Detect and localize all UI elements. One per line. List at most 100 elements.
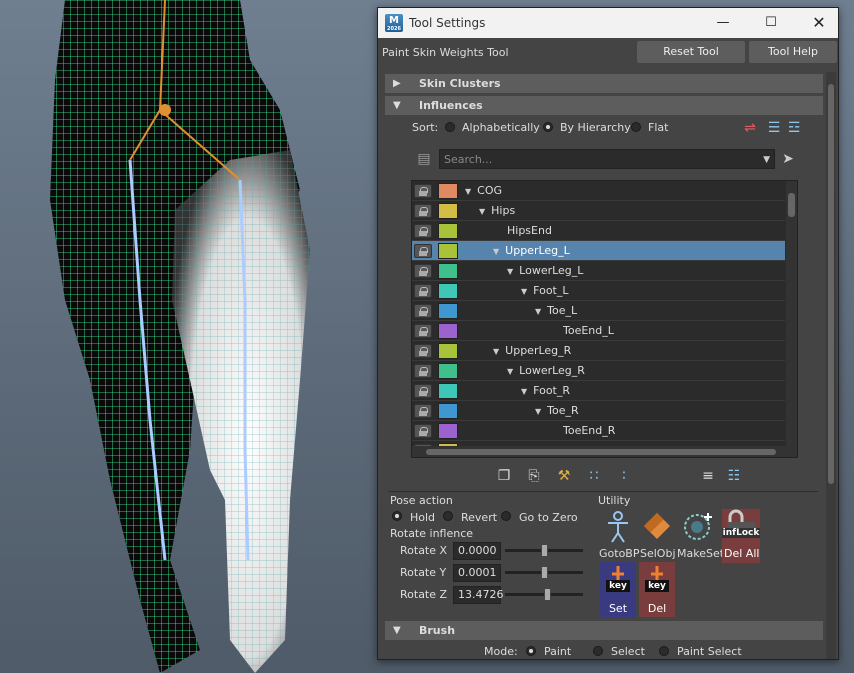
influence-row[interactable]: ▼ UpperLeg_L: [412, 241, 785, 261]
skin-clusters-section-header[interactable]: ▶ Skin Clusters: [385, 74, 823, 93]
influence-row[interactable]: HipsEnd: [412, 221, 785, 241]
chevron-down-icon[interactable]: ▼: [763, 150, 770, 170]
influence-options-icon[interactable]: ⇌: [740, 118, 760, 138]
lock-icon[interactable]: [414, 384, 432, 398]
pose-revert-radio[interactable]: [443, 511, 453, 521]
lock-icon[interactable]: [414, 304, 432, 318]
mode-paint-radio[interactable]: [526, 646, 536, 656]
slider-knob[interactable]: [541, 544, 548, 557]
minimize-icon[interactable]: —: [700, 8, 746, 38]
influence-row[interactable]: ▼ LowerLeg_R: [412, 361, 785, 381]
lock-icon[interactable]: [414, 244, 432, 258]
list-view-icon[interactable]: ☲: [784, 118, 804, 138]
rotate-y-field[interactable]: 0.0001: [453, 564, 501, 582]
expand-arrow-icon[interactable]: ▼: [493, 247, 499, 256]
mode-paint-select-radio[interactable]: [659, 646, 669, 656]
influence-row[interactable]: ▼ Foot_R: [412, 381, 785, 401]
lock-icon[interactable]: [414, 424, 432, 438]
lock-icon[interactable]: [414, 224, 432, 238]
influence-row[interactable]: ▼ LowerLeg_L: [412, 261, 785, 281]
influence-list-icon[interactable]: ☷: [724, 466, 744, 486]
diamond-icon[interactable]: [639, 509, 675, 545]
influence-row[interactable]: ▼ Toe_R: [412, 401, 785, 421]
tree-view-icon[interactable]: ☰: [764, 118, 784, 138]
influence-color-swatch[interactable]: [438, 343, 458, 359]
influence-color-swatch[interactable]: [438, 363, 458, 379]
key-set-button[interactable]: key Set: [600, 562, 636, 617]
mode-select-radio[interactable]: [593, 646, 603, 656]
sort-by-hierarchy-radio[interactable]: [543, 122, 553, 132]
prune-icon[interactable]: ≡: [698, 466, 718, 486]
pose-hold-radio[interactable]: [392, 511, 402, 521]
rotate-x-slider[interactable]: [505, 544, 583, 557]
pin-icon[interactable]: ➤: [778, 149, 798, 169]
maya-app-icon: M 2026: [385, 14, 403, 32]
influence-list[interactable]: ▼ COG ▼ Hips HipsEnd ▼ UpperLeg_L ▼ LowerLeg_L ▼ F…: [411, 180, 798, 458]
key-del-button[interactable]: key Del: [639, 562, 675, 617]
title-bar[interactable]: M 2026 Tool Settings — ☐ ✕: [378, 8, 838, 38]
lock-icon[interactable]: [414, 324, 432, 338]
expand-arrow-icon[interactable]: ▼: [493, 347, 499, 356]
slider-knob[interactable]: [541, 566, 548, 579]
rotate-z-field[interactable]: 13.4726: [453, 586, 504, 604]
influence-row[interactable]: ▼ Foot_L: [412, 281, 785, 301]
influence-color-swatch[interactable]: [438, 403, 458, 419]
brush-section-header[interactable]: ▼ Brush: [385, 621, 823, 640]
filter-icon[interactable]: ▤: [414, 149, 434, 169]
expand-arrow-icon[interactable]: ▼: [479, 207, 485, 216]
influence-color-swatch[interactable]: [438, 243, 458, 259]
close-icon[interactable]: ✕: [796, 8, 838, 38]
select-vertices-icon[interactable]: ∷: [584, 466, 604, 486]
main-scrollbar[interactable]: [826, 72, 836, 659]
expand-arrow-icon[interactable]: ▼: [535, 307, 541, 316]
influence-list-hscrollbar[interactable]: [412, 446, 797, 457]
expand-arrow-icon[interactable]: ▼: [507, 267, 513, 276]
influence-row[interactable]: ToeEnd_R: [412, 421, 785, 441]
weight-hammer-icon[interactable]: ⚒: [554, 466, 574, 486]
lock-icon[interactable]: [414, 204, 432, 218]
sort-alphabetically-radio[interactable]: [445, 122, 455, 132]
influence-color-swatch[interactable]: [438, 223, 458, 239]
influence-row[interactable]: ToeEnd_L: [412, 321, 785, 341]
expand-arrow-icon[interactable]: ▼: [535, 407, 541, 416]
expand-arrow-icon[interactable]: ▼: [465, 187, 471, 196]
expand-arrow-icon[interactable]: ▼: [521, 287, 527, 296]
influence-color-swatch[interactable]: [438, 263, 458, 279]
lock-icon[interactable]: [414, 184, 432, 198]
paste-weights-icon[interactable]: ⎘: [524, 466, 544, 486]
maximize-icon[interactable]: ☐: [748, 8, 794, 38]
lock-icon[interactable]: [414, 364, 432, 378]
influences-section-header[interactable]: ▼ Influences: [385, 96, 823, 115]
influence-color-swatch[interactable]: [438, 423, 458, 439]
influence-color-swatch[interactable]: [438, 183, 458, 199]
lock-icon[interactable]: [414, 264, 432, 278]
mirror-weights-icon[interactable]: ∶: [614, 466, 634, 486]
influence-color-swatch[interactable]: [438, 283, 458, 299]
person-icon[interactable]: [600, 509, 636, 545]
influence-color-swatch[interactable]: [438, 203, 458, 219]
pose-go-to-zero-radio[interactable]: [501, 511, 511, 521]
lock-icon[interactable]: [414, 404, 432, 418]
add-set-icon[interactable]: [680, 509, 716, 545]
expand-arrow-icon[interactable]: ▼: [521, 387, 527, 396]
influence-row[interactable]: ▼ UpperLeg_R: [412, 341, 785, 361]
influence-color-swatch[interactable]: [438, 383, 458, 399]
slider-knob[interactable]: [543, 588, 551, 601]
search-input[interactable]: Search... ▼: [439, 149, 775, 169]
rotate-z-slider[interactable]: [505, 588, 583, 601]
sort-flat-radio[interactable]: [631, 122, 641, 132]
influence-list-scrollbar[interactable]: [786, 181, 797, 446]
reset-tool-button[interactable]: Reset Tool: [637, 41, 745, 63]
influence-color-swatch[interactable]: [438, 303, 458, 319]
expand-arrow-icon[interactable]: ▼: [507, 367, 513, 376]
rotate-x-field[interactable]: 0.0000: [453, 542, 501, 560]
rotate-y-slider[interactable]: [505, 566, 583, 579]
influence-color-swatch[interactable]: [438, 323, 458, 339]
influence-row[interactable]: ▼ Hips: [412, 201, 785, 221]
influence-row[interactable]: ▼ Toe_L: [412, 301, 785, 321]
influence-row[interactable]: ▼ COG: [412, 181, 785, 201]
lock-icon[interactable]: [414, 344, 432, 358]
copy-weights-icon[interactable]: ❐: [494, 466, 514, 486]
tool-help-button[interactable]: Tool Help: [749, 41, 837, 63]
lock-icon[interactable]: [414, 284, 432, 298]
